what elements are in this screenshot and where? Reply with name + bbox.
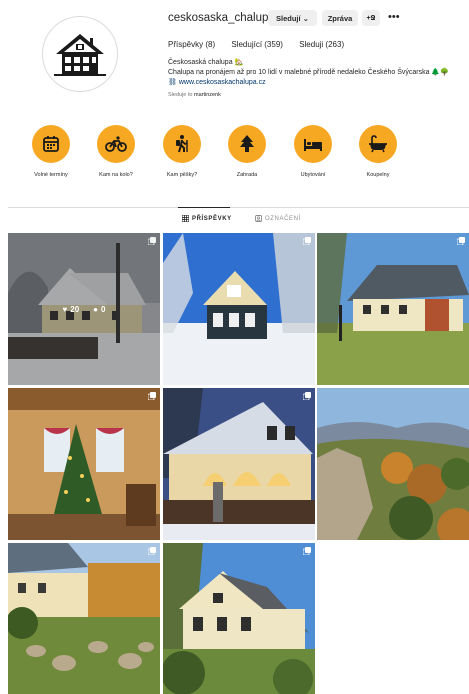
post-image-summer-cabin	[317, 233, 469, 385]
post-tile[interactable]	[163, 233, 315, 385]
grid-icon	[182, 215, 189, 222]
carousel-icon	[457, 237, 465, 245]
likes-stat: ♥ 20	[63, 305, 80, 314]
post-image-rocks-forest	[317, 388, 469, 540]
active-tab-indicator	[178, 207, 230, 208]
post-image-cabin-lights-night	[163, 388, 315, 540]
hiker-icon	[176, 135, 188, 153]
highlight-circle[interactable]	[359, 125, 397, 163]
post-tile[interactable]	[317, 233, 469, 385]
followed-by-user[interactable]: martinzenk	[194, 92, 221, 98]
tab-posts[interactable]: PŘÍSPĚVKY	[182, 215, 232, 222]
tabs-divider	[8, 207, 469, 208]
followed-by-prefix: Sleduje to	[168, 92, 194, 98]
bicycle-icon	[105, 136, 127, 152]
profile-avatar[interactable]	[42, 16, 118, 92]
highlight-circle[interactable]	[294, 125, 332, 163]
post-tile[interactable]: ♥ 20 ● 0	[8, 233, 160, 385]
post-tile[interactable]	[8, 388, 160, 540]
highlight-koupelny[interactable]: Koupelny	[338, 125, 418, 178]
bio-link[interactable]: ⛓ www.ceskosaskachalupa.cz	[168, 78, 266, 86]
post-tile[interactable]	[8, 543, 160, 694]
profile-stats: Příspěvky (8) Sledující (359) Sleduji (2…	[168, 40, 358, 49]
profile-header: ceskosaska_chalupa Sledují ⌄ Zpráva +Ջ •…	[0, 0, 469, 208]
carousel-icon	[148, 392, 156, 400]
highlight-circle[interactable]	[97, 125, 135, 163]
highlight-circle[interactable]	[228, 125, 266, 163]
post-image-garden-stumps	[8, 543, 160, 694]
highlight-circle[interactable]	[32, 125, 70, 163]
tab-tagged-label: OZNAČENÍ	[265, 215, 301, 222]
post-image-winter-cabin-blue-sky	[163, 233, 315, 385]
heart-icon: ♥	[62, 304, 68, 314]
highlight-label: Koupelny	[366, 172, 390, 178]
bathtub-icon	[369, 135, 387, 153]
carousel-icon	[303, 237, 311, 245]
carousel-icon	[303, 547, 311, 555]
comments-count: 0	[101, 304, 106, 314]
following-button[interactable]: Sledují ⌄	[268, 10, 317, 26]
likes-count: 20	[70, 304, 80, 314]
bio-description: Chalupa na pronájem až pro 10 lidí v mal…	[168, 69, 449, 76]
comments-stat: ● 0	[93, 305, 105, 314]
link-icon: ⛓	[168, 79, 179, 86]
followed-by: Sleduje to martinzenk	[168, 92, 221, 98]
following-count[interactable]: Sleduji (263)	[299, 40, 344, 49]
bio-link-text[interactable]: www.ceskosaskachalupa.cz	[179, 79, 266, 86]
profile-username: ceskosaska_chalupa	[168, 12, 275, 24]
add-user-button[interactable]: +Ջ	[362, 10, 380, 26]
highlight-circle[interactable]	[163, 125, 201, 163]
carousel-icon	[148, 237, 156, 245]
bed-icon	[304, 139, 322, 151]
post-tile[interactable]	[317, 388, 469, 540]
post-tile[interactable]	[163, 543, 315, 694]
message-button[interactable]: Zpráva	[322, 10, 358, 26]
bio-name: Českosaská chalupa 🏡	[168, 59, 244, 66]
post-image-autumn-cabin	[163, 543, 315, 694]
tab-tagged[interactable]: OZNAČENÍ	[255, 215, 301, 222]
carousel-icon	[148, 547, 156, 555]
calendar-icon	[43, 136, 59, 152]
tab-posts-label: PŘÍSPĚVKY	[192, 215, 232, 222]
posts-grid: ♥ 20 ● 0	[8, 233, 469, 694]
post-tile[interactable]	[163, 388, 315, 540]
post-hover-overlay[interactable]: ♥ 20 ● 0	[8, 233, 160, 385]
more-options-icon[interactable]: •••	[388, 11, 400, 23]
posts-count[interactable]: Příspěvky (8)	[168, 40, 215, 49]
followers-count[interactable]: Sledující (359)	[231, 40, 283, 49]
carousel-icon	[303, 392, 311, 400]
post-image-interior-christmas-tree	[8, 388, 160, 540]
tagged-icon	[255, 215, 262, 222]
comment-icon: ●	[93, 304, 99, 314]
chalupa-logo	[54, 34, 106, 76]
tree-icon	[240, 135, 254, 152]
